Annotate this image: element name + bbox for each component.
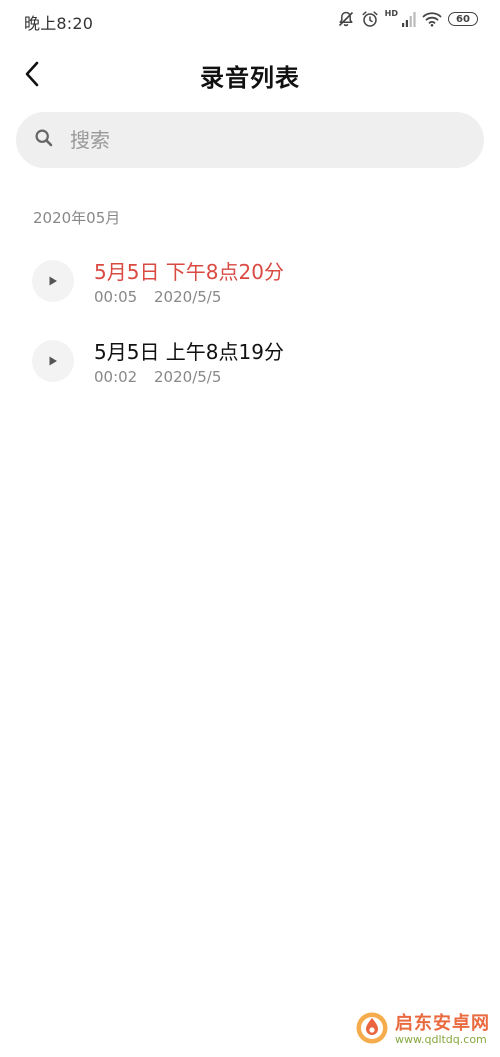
mute-icon xyxy=(337,10,355,28)
recording-duration: 00:05 xyxy=(94,288,138,306)
battery-icon: 60 xyxy=(448,12,478,26)
play-icon xyxy=(47,272,59,291)
hd-label: HD xyxy=(384,8,398,18)
recording-date: 2020/5/5 xyxy=(154,368,222,386)
play-button[interactable] xyxy=(32,340,74,382)
search-box[interactable] xyxy=(16,112,484,168)
search-icon xyxy=(34,128,54,152)
wifi-icon xyxy=(422,11,442,27)
watermark-url: www.qdltdq.com xyxy=(395,1032,487,1046)
recording-meta: 00:02 2020/5/5 xyxy=(94,368,221,386)
status-icons: HD 60 xyxy=(337,8,478,28)
watermark-name: 启东安卓网 xyxy=(395,1012,490,1034)
battery-level: 60 xyxy=(456,13,470,25)
signal-icon xyxy=(402,11,416,27)
recording-duration: 00:02 xyxy=(94,368,138,386)
search-input[interactable] xyxy=(68,127,432,153)
recording-item[interactable]: 5月5日 下午8点20分 00:05 2020/5/5 xyxy=(0,244,500,324)
play-icon xyxy=(47,352,59,371)
watermark: 启东安卓网 www.qdltdq.com xyxy=(355,1011,490,1049)
alarm-icon xyxy=(361,10,379,28)
watermark-logo-icon xyxy=(355,1011,389,1049)
recording-meta: 00:05 2020/5/5 xyxy=(94,288,221,306)
page-title: 录音列表 xyxy=(200,64,300,92)
section-header-month: 2020年05月 xyxy=(33,209,121,227)
recording-item[interactable]: 5月5日 上午8点19分 00:02 2020/5/5 xyxy=(0,324,500,404)
play-button[interactable] xyxy=(32,260,74,302)
header: 录音列表 xyxy=(0,48,500,104)
recording-list: 5月5日 下午8点20分 00:05 2020/5/5 5月5日 上午8点19分… xyxy=(0,244,500,404)
status-time: 晚上8:20 xyxy=(24,14,94,33)
recording-title: 5月5日 上午8点19分 xyxy=(94,340,284,364)
watermark-text: 启东安卓网 www.qdltdq.com xyxy=(395,1012,490,1046)
status-bar: 晚上8:20 HD 60 xyxy=(0,0,500,42)
recording-date: 2020/5/5 xyxy=(154,288,222,306)
recording-title: 5月5日 下午8点20分 xyxy=(94,260,284,284)
